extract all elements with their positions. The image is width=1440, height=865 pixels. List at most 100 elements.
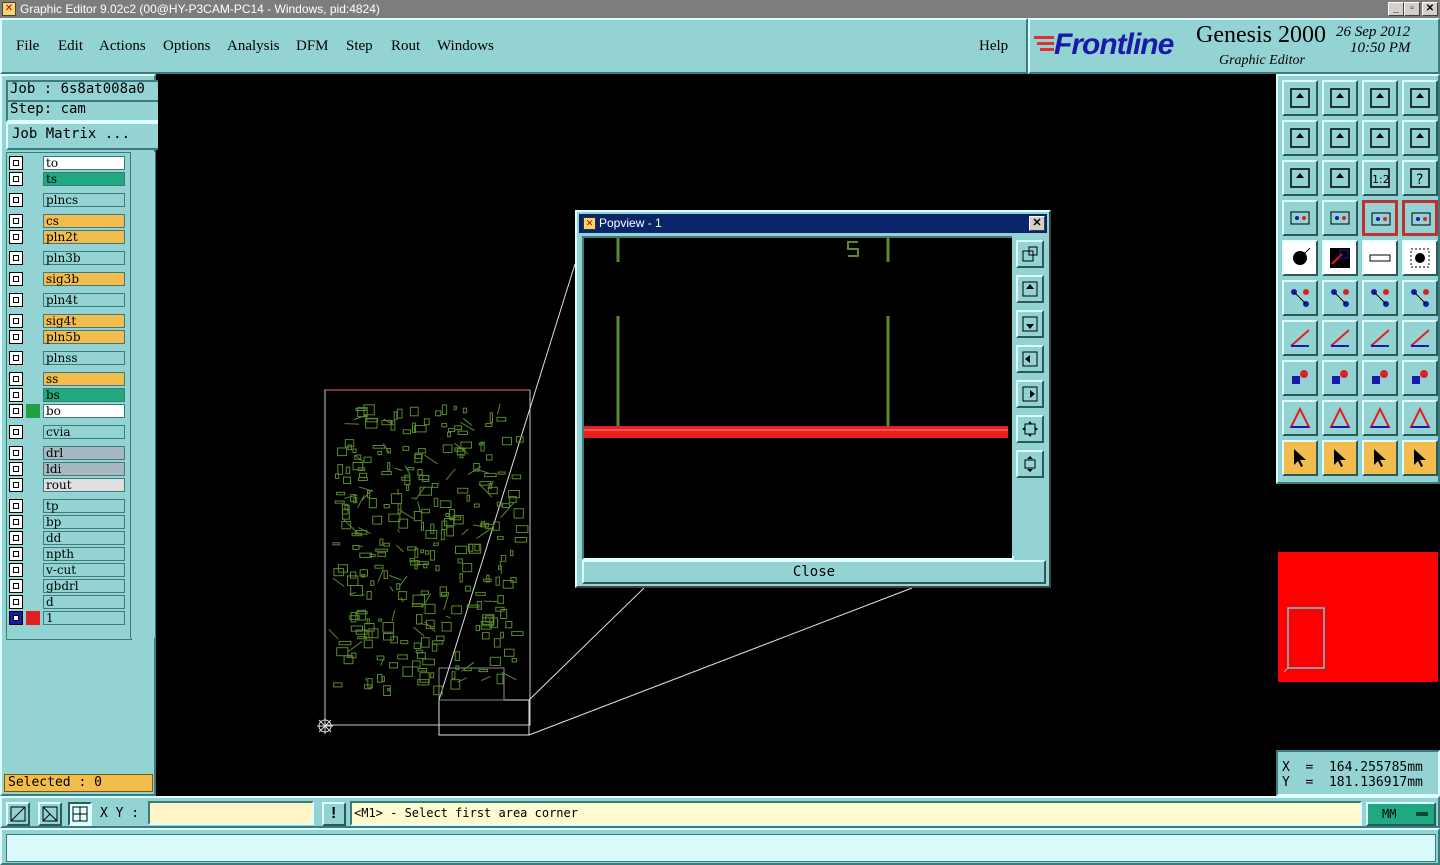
layer-name[interactable]: tp: [43, 499, 125, 513]
layer-row-16[interactable]: ldi: [9, 462, 129, 477]
layer-name[interactable]: ts: [43, 172, 125, 186]
layer-checkbox[interactable]: [9, 272, 23, 286]
layer-checkbox[interactable]: [9, 230, 23, 244]
layer-affected-swatch[interactable]: [26, 425, 40, 439]
layer-checkbox[interactable]: [9, 293, 23, 307]
popview-pan-left-button[interactable]: [1016, 345, 1044, 373]
layer-name[interactable]: d: [43, 595, 125, 609]
tool-move-button[interactable]: [1282, 240, 1318, 276]
units-select[interactable]: MM: [1366, 802, 1436, 826]
layer-checkbox[interactable]: [9, 579, 23, 593]
layer-affected-swatch[interactable]: [26, 172, 40, 186]
layer-affected-swatch[interactable]: [26, 388, 40, 402]
menu-step[interactable]: Step: [346, 38, 373, 55]
layer-affected-swatch[interactable]: [26, 314, 40, 328]
layer-affected-swatch[interactable]: [26, 330, 40, 344]
close-window-button[interactable]: ✕: [1422, 2, 1438, 16]
layer-affected-swatch[interactable]: [26, 611, 40, 625]
tool-zoom-next-button[interactable]: [1322, 120, 1358, 156]
popview-fit-vertical-button[interactable]: [1016, 450, 1044, 478]
layer-checkbox[interactable]: [9, 372, 23, 386]
layer-row-23[interactable]: gbdrl: [9, 579, 129, 594]
layer-name[interactable]: dd: [43, 531, 125, 545]
layer-name[interactable]: ldi: [43, 462, 125, 476]
layer-row-0[interactable]: to: [9, 156, 129, 171]
layer-row-9[interactable]: pln5b: [9, 330, 129, 345]
menu-help[interactable]: Help: [979, 38, 1008, 55]
layer-name[interactable]: rout: [43, 478, 125, 492]
tool-select-button[interactable]: [1282, 440, 1318, 476]
tool-split-window-button[interactable]: [1402, 80, 1438, 116]
layer-checkbox[interactable]: [9, 388, 23, 402]
layer-name[interactable]: bp: [43, 515, 125, 529]
layer-row-7[interactable]: pln4t: [9, 293, 129, 308]
layer-row-20[interactable]: dd: [9, 531, 129, 546]
layer-checkbox[interactable]: [9, 251, 23, 265]
tool-angle-button[interactable]: [1282, 320, 1318, 356]
tool-query-button[interactable]: ?: [1402, 160, 1438, 196]
layer-name[interactable]: plnss: [43, 351, 125, 365]
layer-affected-swatch[interactable]: [26, 214, 40, 228]
tool-tools-button[interactable]: [1282, 200, 1318, 236]
layer-affected-swatch[interactable]: [26, 531, 40, 545]
layer-name[interactable]: gbdrl: [43, 579, 125, 593]
menu-dfm[interactable]: DFM: [296, 38, 329, 55]
tool-home-button[interactable]: [1362, 80, 1398, 116]
layer-checkbox[interactable]: [9, 425, 23, 439]
layer-name[interactable]: 1: [43, 611, 125, 625]
tool-redraw-button[interactable]: [1402, 120, 1438, 156]
tool-line-point-alt-button[interactable]: [1402, 280, 1438, 316]
tool-arc-button[interactable]: [1362, 320, 1398, 356]
layer-checkbox[interactable]: [9, 193, 23, 207]
layer-checkbox[interactable]: [9, 404, 23, 418]
popview-close-x-button[interactable]: ✕: [1029, 216, 1045, 231]
info-button[interactable]: !: [322, 802, 346, 826]
tool-line-red-button[interactable]: [1322, 320, 1358, 356]
layer-row-24[interactable]: d: [9, 595, 129, 610]
layer-checkbox[interactable]: [9, 314, 23, 328]
menu-file[interactable]: File: [16, 38, 39, 55]
tool-save-button[interactable]: [1322, 80, 1358, 116]
menu-rout[interactable]: Rout: [391, 38, 420, 55]
layer-affected-swatch[interactable]: [26, 404, 40, 418]
tool-triangle-a-button[interactable]: [1322, 400, 1358, 436]
layer-row-11[interactable]: ss: [9, 372, 129, 387]
layer-name[interactable]: v-cut: [43, 563, 125, 577]
layer-row-17[interactable]: rout: [9, 478, 129, 493]
tool-feature-button[interactable]: [1402, 320, 1438, 356]
tool-line-point-button[interactable]: [1362, 280, 1398, 316]
popview-pan-right-button[interactable]: [1016, 380, 1044, 408]
layer-affected-swatch[interactable]: [26, 372, 40, 386]
layer-checkbox[interactable]: [9, 214, 23, 228]
tool-undo-zoom-button[interactable]: [1362, 120, 1398, 156]
layer-affected-swatch[interactable]: [26, 156, 40, 170]
tool-pad-button[interactable]: [1402, 240, 1438, 276]
layer-row-8[interactable]: sig4t: [9, 314, 129, 329]
layer-checkbox[interactable]: [9, 547, 23, 561]
measure-button[interactable]: [38, 802, 62, 826]
popview-pan-down-button[interactable]: [1016, 310, 1044, 338]
layer-checkbox[interactable]: [9, 563, 23, 577]
layer-checkbox[interactable]: [9, 499, 23, 513]
tool-zoom-center-button[interactable]: [1322, 160, 1358, 196]
layer-affected-swatch[interactable]: [26, 478, 40, 492]
layer-checkbox[interactable]: [9, 156, 23, 170]
layer-name[interactable]: sig4t: [43, 314, 125, 328]
tool-net-select-button[interactable]: [1402, 440, 1438, 476]
layer-checkbox[interactable]: [9, 351, 23, 365]
layer-affected-swatch[interactable]: [26, 351, 40, 365]
tool-pad-select-button[interactable]: [1282, 360, 1318, 396]
layer-affected-swatch[interactable]: [26, 230, 40, 244]
layer-name[interactable]: pln4t: [43, 293, 125, 307]
grid-toggle-button[interactable]: [68, 802, 92, 826]
layer-affected-swatch[interactable]: [26, 595, 40, 609]
layer-row-10[interactable]: plnss: [9, 351, 129, 366]
tool-shapes-button[interactable]: [1402, 360, 1438, 396]
tool-select-box-button[interactable]: [1322, 440, 1358, 476]
layer-row-5[interactable]: pln3b: [9, 251, 129, 266]
layer-name[interactable]: to: [43, 156, 125, 170]
tool-ruler-button[interactable]: [1362, 240, 1398, 276]
layer-name[interactable]: bs: [43, 388, 125, 402]
tool-triangle-c-button[interactable]: [1402, 400, 1438, 436]
layer-row-13[interactable]: bo: [9, 404, 129, 419]
